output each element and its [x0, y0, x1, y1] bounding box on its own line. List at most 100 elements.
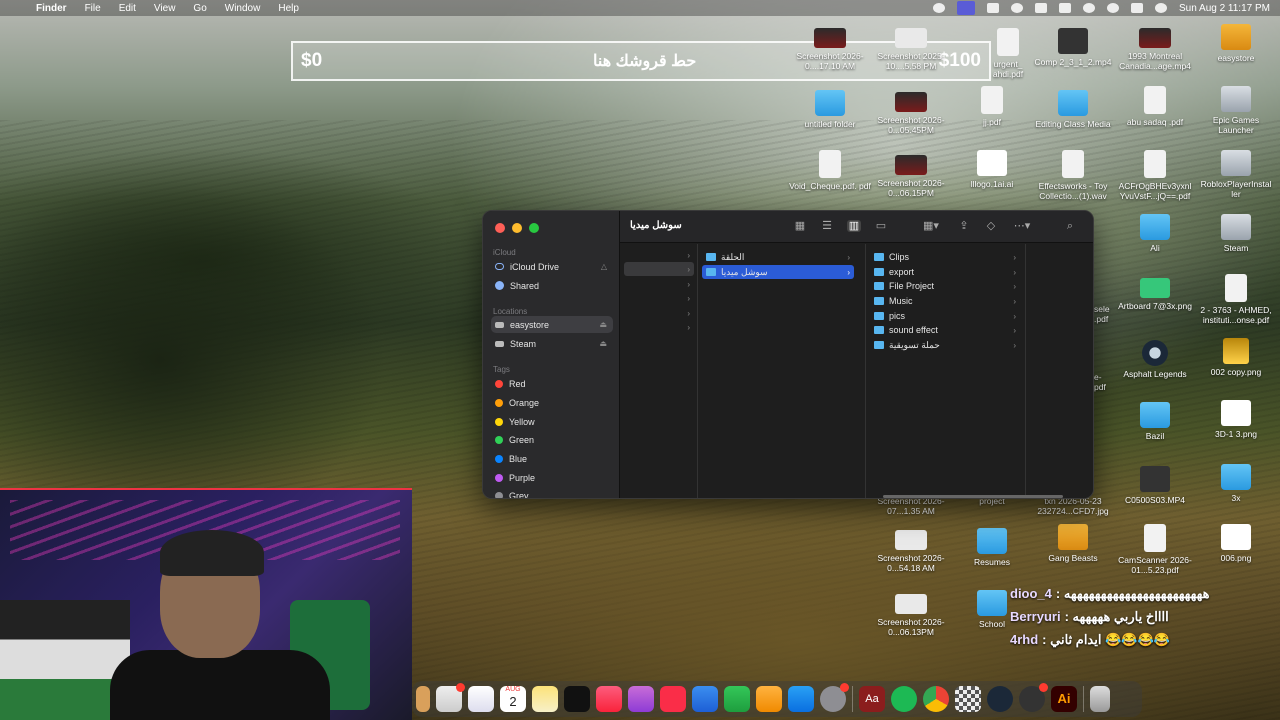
sidebar-item-tag-green[interactable]: Green — [491, 431, 613, 448]
desktop-icon[interactable]: Epic Games Launcher — [1195, 86, 1277, 135]
desktop-icon[interactable]: 3D-1 3.png — [1195, 400, 1277, 439]
desktop-icon[interactable]: Screenshot 2025-10....5.58 PM — [870, 28, 952, 71]
menu-go[interactable]: Go — [193, 3, 206, 14]
share-icon[interactable]: ⇪ — [957, 220, 971, 232]
eject-icon[interactable]: ⏏ — [599, 339, 607, 348]
menu-view[interactable]: View — [154, 3, 176, 14]
spotify-icon[interactable] — [891, 686, 917, 712]
sidebar-item-tag-blue[interactable]: Blue — [491, 450, 613, 467]
desktop-icon[interactable]: RobloxPlayerInstal ler — [1195, 150, 1277, 199]
zoom-button[interactable] — [529, 223, 539, 233]
column-row[interactable]: › — [624, 291, 694, 305]
pages-icon[interactable] — [756, 686, 782, 712]
search-icon[interactable]: ⌕ — [1063, 220, 1077, 232]
desktop-icon[interactable]: Resumes — [951, 528, 1033, 567]
desktop-icon[interactable]: Screenshot 2026-0....17.10 AM — [789, 28, 871, 71]
column-row[interactable]: › — [624, 262, 694, 276]
desktop-icon[interactable]: Editing Class Media — [1032, 90, 1114, 129]
desktop-icon[interactable]: lllogo.1ai.ai — [951, 150, 1033, 189]
desktop-icon[interactable]: 2 - 3763 - AHMED, instituti...onse.pdf — [1195, 274, 1277, 325]
numbers-icon[interactable] — [724, 686, 750, 712]
news-icon[interactable] — [660, 686, 686, 712]
status-app-icon[interactable] — [1035, 3, 1047, 13]
sidebar-item-tag-orange[interactable]: Orange — [491, 394, 613, 411]
calendar-icon[interactable]: AUG 2 — [500, 686, 526, 712]
keynote-icon[interactable] — [692, 686, 718, 712]
eject-icon[interactable]: ⏏ — [599, 320, 607, 329]
desktop-icon[interactable]: 3x — [1195, 464, 1277, 503]
horizontal-scrollbar[interactable] — [883, 495, 1063, 498]
music-icon[interactable] — [596, 686, 622, 712]
sidebar-item-easystore[interactable]: easystore ⏏ — [491, 316, 613, 333]
desktop-icon[interactable]: Asphalt Legends — [1114, 340, 1196, 379]
siri-icon[interactable] — [1155, 3, 1167, 13]
sidebar-item-tag-red[interactable]: Red — [491, 375, 613, 392]
desktop-icon[interactable]: urgent_ ahdi.pdf — [983, 28, 1033, 79]
trash-icon[interactable] — [1090, 686, 1110, 712]
desktop-icon[interactable]: Artboard 7@3x.png — [1114, 278, 1196, 311]
desktop-icon[interactable]: Screenshot 2026-07...1.35 AM — [870, 496, 952, 516]
minimize-button[interactable] — [512, 223, 522, 233]
folder-row-selected[interactable]: سوشل ميديا › — [702, 265, 854, 279]
sidebar-item-tag-grey[interactable]: Grey — [491, 487, 613, 498]
menu-app-name[interactable]: Finder — [36, 3, 67, 14]
sidebar-item-steam[interactable]: Steam ⏏ — [491, 335, 613, 352]
desktop-icon[interactable]: untitled folder — [789, 90, 871, 129]
desktop-icon[interactable]: Void_Cheque.pdf. pdf — [789, 150, 871, 191]
dictionary-icon[interactable]: Aa — [859, 686, 885, 712]
desktop-icon[interactable]: e- pdf — [1094, 372, 1114, 392]
desktop-icon[interactable]: CamScanner 2026-01...5.23.pdf — [1114, 524, 1196, 575]
desktop-icon[interactable]: Steam — [1195, 214, 1277, 253]
freeform-icon[interactable] — [468, 686, 494, 712]
menu-help[interactable]: Help — [278, 3, 299, 14]
column-row[interactable]: › — [624, 320, 694, 334]
sidebar-item-shared[interactable]: Shared — [491, 277, 613, 294]
column-view-button[interactable]: ▥ — [847, 220, 861, 232]
desktop-icon[interactable]: 006.png — [1195, 524, 1277, 563]
status-app-icon[interactable] — [1011, 3, 1023, 13]
more-actions-button[interactable]: ⋯▾ — [1011, 220, 1033, 232]
column-row[interactable]: › — [624, 277, 694, 291]
podcasts-icon[interactable] — [628, 686, 654, 712]
list-view-button[interactable]: ☰ — [820, 220, 834, 232]
sidebar-item-tag-purple[interactable]: Purple — [491, 469, 613, 486]
sidebar-item-icloud-drive[interactable]: iCloud Drive △ — [491, 258, 613, 275]
apple-tv-icon[interactable] — [564, 686, 590, 712]
column-row[interactable]: › — [624, 306, 694, 320]
menu-edit[interactable]: Edit — [119, 3, 136, 14]
folder-row[interactable]: الحلقة › — [702, 250, 854, 264]
battery-icon[interactable] — [1059, 3, 1071, 13]
folder-row[interactable]: pics › — [870, 309, 1020, 323]
menu-file[interactable]: File — [85, 3, 101, 14]
desktop-icon[interactable]: Bazil — [1114, 402, 1196, 441]
desktop-icon[interactable]: 1993 Montreal Canadia...age.mp4 — [1114, 28, 1196, 71]
chrome-icon[interactable] — [923, 686, 949, 712]
group-button[interactable]: ▦▾ — [920, 220, 942, 232]
activity-monitor-icon[interactable] — [1019, 683, 1048, 712]
desktop-icon[interactable]: jj.pdf — [951, 86, 1033, 127]
desktop-icon[interactable]: Screenshot 2026-0...05.45PM — [870, 92, 952, 135]
desktop-icon[interactable]: 002 copy.png — [1195, 338, 1277, 377]
wifi-icon[interactable] — [1083, 3, 1095, 13]
folder-row[interactable]: File Project › — [870, 279, 1020, 293]
folder-row[interactable]: Music › — [870, 294, 1020, 308]
desktop-icon[interactable]: easystore — [1195, 24, 1277, 63]
desktop-icon[interactable]: Effectsworks - Toy Collectio...(1).wav — [1032, 150, 1114, 201]
search-icon[interactable] — [1107, 3, 1119, 13]
status-app-icon[interactable] — [987, 3, 999, 13]
icon-view-button[interactable]: ▦ — [793, 220, 807, 232]
sidebar-item-tag-yellow[interactable]: Yellow — [491, 413, 613, 430]
checkerboard-app-icon[interactable] — [955, 686, 981, 712]
launchpad-icon[interactable] — [416, 686, 430, 712]
folder-row[interactable]: حملة تسويقية › — [870, 338, 1020, 352]
gallery-view-button[interactable]: ▭ — [874, 220, 888, 232]
system-settings-icon[interactable] — [820, 683, 849, 712]
status-app-icon[interactable] — [933, 3, 945, 13]
control-center-icon[interactable] — [1131, 3, 1143, 13]
app-store-icon[interactable] — [788, 686, 814, 712]
desktop-icon[interactable]: C0500S03.MP4 — [1114, 466, 1196, 505]
desktop-icon[interactable]: Comp 2_3_1_2.mp4 — [1032, 28, 1114, 67]
desktop-icon[interactable]: abu sadaq .pdf — [1114, 86, 1196, 127]
menu-clock[interactable]: Sun Aug 2 11:17 PM — [1179, 3, 1270, 14]
folder-row[interactable]: Clips › — [870, 250, 1020, 264]
